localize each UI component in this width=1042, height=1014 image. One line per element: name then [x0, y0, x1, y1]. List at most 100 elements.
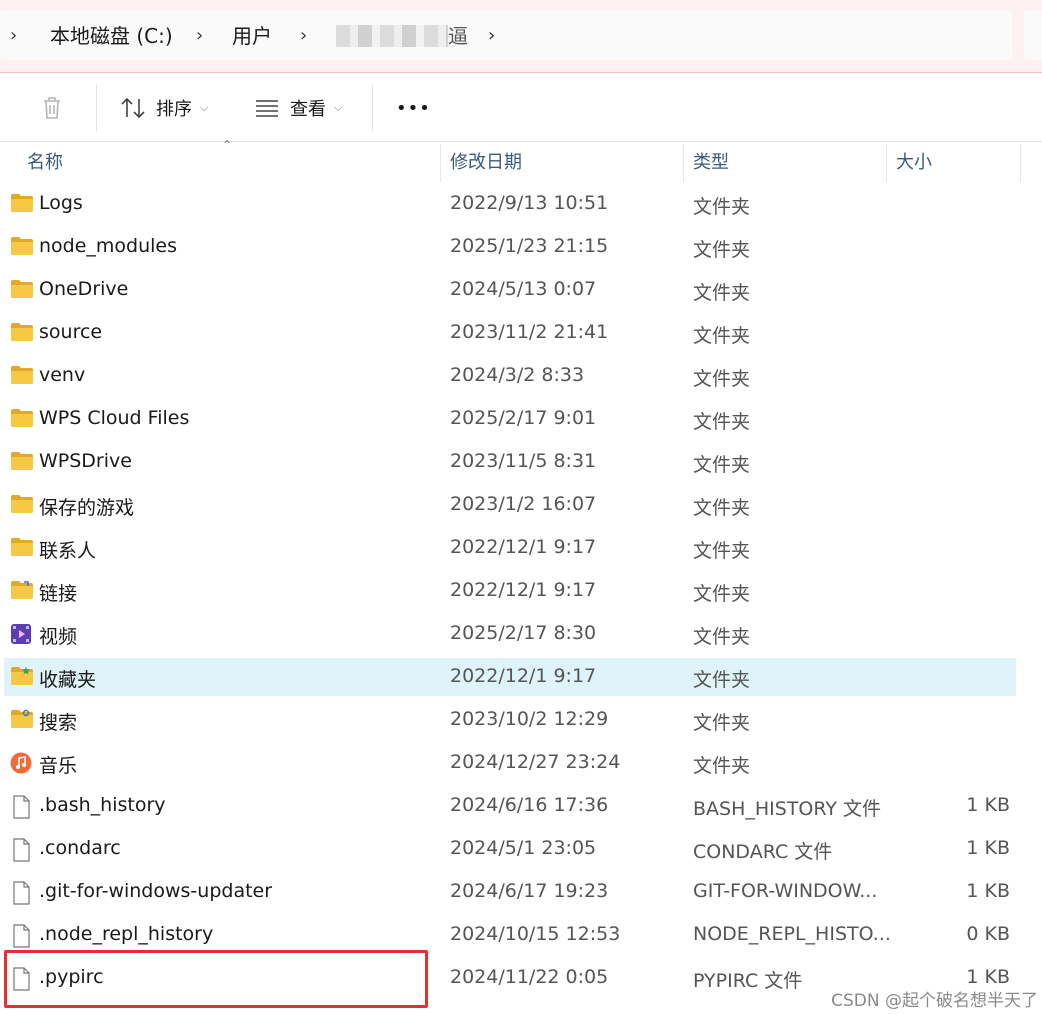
file-row[interactable]: 联系人 2022/12/1 9:17 文件夹	[4, 529, 1016, 567]
sort-button[interactable]: 排序 ⌵	[120, 87, 208, 129]
file-type: BASH_HISTORY 文件	[693, 798, 882, 820]
file-date: 2023/10/2 12:29	[450, 708, 609, 730]
file-name: WPS Cloud Files	[39, 407, 190, 429]
file-date: 2022/12/1 9:17	[450, 536, 597, 558]
file-name: .bash_history	[39, 794, 166, 816]
command-bar: 排序 ⌵ 查看 ⌵ •••	[0, 73, 1042, 142]
file-row[interactable]: 保存的游戏 2023/1/2 16:07 文件夹	[4, 486, 1016, 524]
folder-icon	[10, 365, 33, 387]
breadcrumb-item-user[interactable]: 逼	[448, 22, 468, 50]
file-type: NODE_REPL_HISTO...	[693, 923, 891, 945]
column-header-name[interactable]: 名称	[27, 148, 63, 174]
column-header-date[interactable]: 修改日期	[450, 148, 522, 174]
highlight-annotation	[4, 950, 428, 1008]
file-row[interactable]: 视频 2025/2/17 8:30 文件夹	[4, 615, 1016, 653]
file-type: 文件夹	[693, 411, 751, 433]
file-name: 视频	[39, 626, 78, 648]
file-date: 2024/10/15 12:53	[450, 923, 621, 945]
breadcrumb-item-drive[interactable]: 本地磁盘 (C:)	[50, 22, 173, 50]
chevron-right-icon[interactable]: ›	[10, 22, 17, 50]
sort-icon	[121, 97, 145, 119]
file-name: 保存的游戏	[39, 497, 135, 519]
file-name: .condarc	[39, 837, 121, 859]
file-date: 2025/1/23 21:15	[450, 235, 609, 257]
search-box[interactable]	[1024, 10, 1042, 60]
file-name: source	[39, 321, 103, 343]
file-type: GIT-FOR-WINDOW...	[693, 880, 878, 902]
chevron-right-icon[interactable]: ›	[300, 22, 307, 50]
file-row[interactable]: OneDrive 2024/5/13 0:07 文件夹	[4, 271, 1016, 309]
file-type: 文件夹	[693, 368, 751, 390]
chevron-right-icon[interactable]: ›	[488, 22, 495, 50]
column-header-size[interactable]: 大小	[896, 148, 932, 174]
view-button[interactable]: 查看 ⌵	[254, 87, 342, 129]
file-row[interactable]: venv 2024/3/2 8:33 文件夹	[4, 357, 1016, 395]
blurred-username	[336, 25, 448, 47]
file-row[interactable]: 链接 2022/12/1 9:17 文件夹	[4, 572, 1016, 610]
column-divider[interactable]	[440, 144, 441, 182]
file-date: 2022/12/1 9:17	[450, 579, 597, 601]
file-date: 2023/11/5 8:31	[450, 450, 597, 472]
file-row[interactable]: 搜索 2023/10/2 12:29 文件夹	[4, 701, 1016, 739]
file-row[interactable]: source 2023/11/2 21:41 文件夹	[4, 314, 1016, 352]
file-date: 2023/11/2 21:41	[450, 321, 609, 343]
file-row[interactable]: .bash_history 2024/6/16 17:36 BASH_HISTORY…	[4, 787, 1016, 825]
delete-button[interactable]	[40, 87, 64, 129]
view-label: 查看	[290, 99, 326, 120]
file-icon	[10, 795, 32, 819]
more-options-button[interactable]: •••	[396, 87, 431, 129]
file-type: 文件夹	[693, 540, 751, 562]
file-size: 1 KB	[966, 837, 1010, 859]
breadcrumb-item-users[interactable]: 用户	[232, 22, 272, 50]
video-folder-icon	[10, 623, 32, 645]
folder-icon	[10, 322, 33, 344]
folder-icon	[10, 451, 33, 473]
file-type: 文件夹	[693, 497, 751, 519]
column-divider[interactable]	[683, 144, 684, 182]
file-name: WPSDrive	[39, 450, 132, 472]
file-date: 2024/5/1 23:05	[450, 837, 597, 859]
more-icon: •••	[396, 97, 431, 119]
file-type: 文件夹	[693, 325, 751, 347]
watermark: CSDN @起个破名想半天了	[831, 986, 1038, 1011]
file-date: 2023/1/2 16:07	[450, 493, 597, 515]
file-row[interactable]: .git-for-windows-updater 2024/6/17 19:23 G…	[4, 873, 1016, 911]
file-date: 2024/5/13 0:07	[450, 278, 597, 300]
file-row[interactable]: 音乐 2024/12/27 23:24 文件夹	[4, 744, 1016, 782]
column-divider[interactable]	[886, 144, 887, 182]
folder-link-icon	[10, 580, 33, 602]
folder-icon	[10, 408, 33, 430]
chevron-right-icon[interactable]: ›	[196, 22, 203, 50]
file-size: 1 KB	[966, 966, 1010, 988]
view-list-icon	[256, 100, 278, 117]
file-type: 文件夹	[693, 454, 751, 476]
file-type: 文件夹	[693, 239, 751, 261]
file-date: 2024/3/2 8:33	[450, 364, 585, 386]
file-name: 链接	[39, 583, 78, 605]
file-size: 1 KB	[966, 880, 1010, 902]
folder-search-icon	[10, 709, 33, 731]
file-row[interactable]: .node_repl_history 2024/10/15 12:53 NODE_R…	[4, 916, 1016, 954]
file-icon	[10, 881, 32, 905]
file-row[interactable]: Logs 2022/9/13 10:51 文件夹	[4, 185, 1016, 223]
file-date: 2024/6/16 17:36	[450, 794, 609, 816]
file-date: 2025/2/17 8:30	[450, 622, 597, 644]
file-row[interactable]: 收藏夹 2022/12/1 9:17 文件夹	[4, 658, 1016, 696]
file-row[interactable]: node_modules 2025/1/23 21:15 文件夹	[4, 228, 1016, 266]
file-name: OneDrive	[39, 278, 129, 300]
file-row[interactable]: WPSDrive 2023/11/5 8:31 文件夹	[4, 443, 1016, 481]
column-header-type[interactable]: 类型	[693, 148, 729, 174]
file-date: 2024/6/17 19:23	[450, 880, 609, 902]
folder-icon	[10, 193, 33, 215]
file-type: 文件夹	[693, 669, 751, 691]
file-row[interactable]: WPS Cloud Files 2025/2/17 9:01 文件夹	[4, 400, 1016, 438]
column-divider[interactable]	[1020, 144, 1021, 182]
file-row[interactable]: .condarc 2024/5/1 23:05 CONDARC 文件 1 KB	[4, 830, 1016, 868]
file-type: 文件夹	[693, 712, 751, 734]
file-name: node_modules	[39, 235, 178, 257]
chevron-down-icon: ⌵	[334, 101, 343, 114]
file-name: .git-for-windows-updater	[39, 880, 273, 902]
file-size: 1 KB	[966, 794, 1010, 816]
music-folder-icon	[10, 752, 32, 774]
folder-icon	[10, 494, 33, 516]
